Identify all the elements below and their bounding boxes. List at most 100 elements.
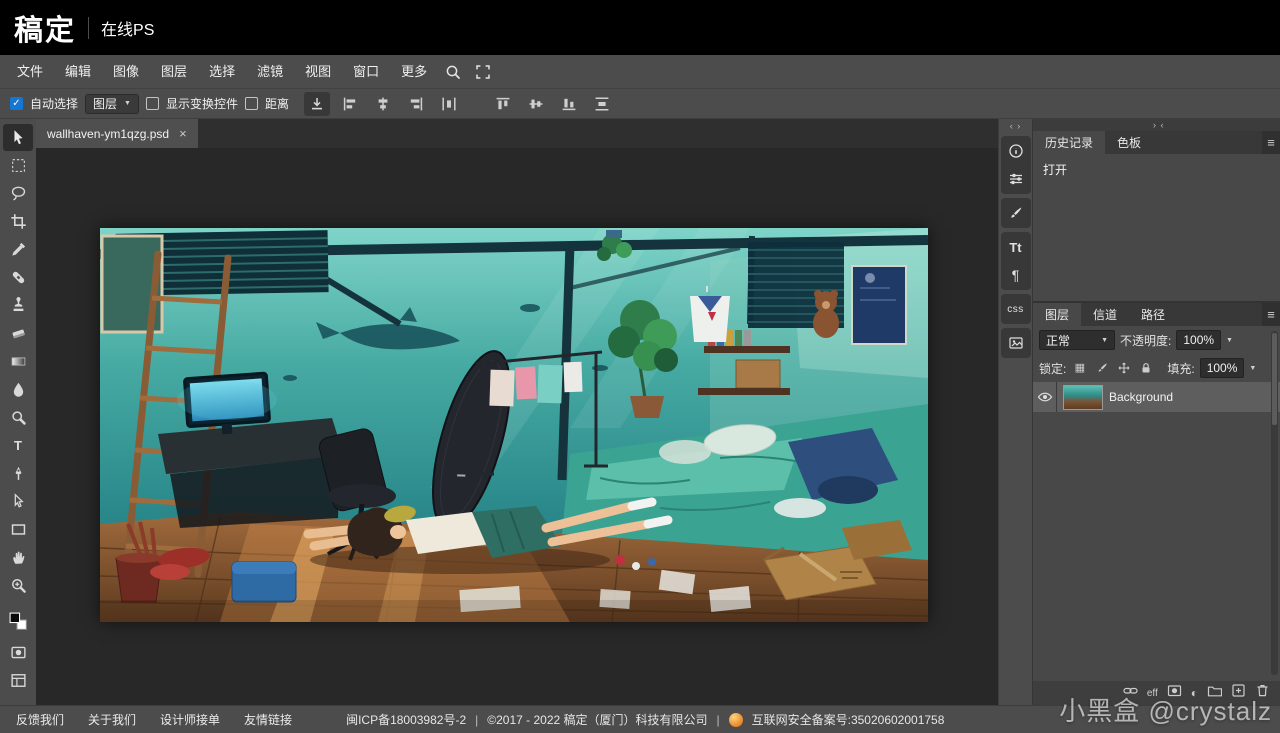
layer-visibility-toggle[interactable] (1033, 382, 1057, 412)
fill-value: 100% (1206, 361, 1238, 375)
footer-meta: 闽ICP备18003982号-2 | ©2017 - 2022 稿定（厦门）科技… (346, 711, 944, 728)
info-panel-button[interactable] (1003, 138, 1029, 164)
distance-checkbox[interactable] (244, 97, 258, 110)
dodge-tool-icon (11, 411, 26, 425)
search-button[interactable] (438, 59, 468, 85)
move-tool-button[interactable] (3, 124, 33, 151)
marquee-tool-button[interactable] (3, 152, 33, 179)
character-panel-button[interactable]: Tt (1003, 234, 1029, 260)
align-right-button[interactable] (403, 92, 429, 116)
blur-tool-button[interactable] (3, 376, 33, 403)
shape-tool-button[interactable] (3, 516, 33, 543)
footer-link-friends[interactable]: 友情链接 (244, 711, 292, 728)
zoom-tool-button[interactable] (3, 572, 33, 599)
menu-more[interactable]: 更多 (390, 55, 438, 89)
healing-tool-icon (12, 271, 24, 284)
right-panels: › ‹ 历史记录 色板 ≡ 打开 图层 信道 路径 ≡ 正常 ▼ 不透明度: 1… (1032, 119, 1280, 705)
snap-download-button[interactable] (304, 91, 330, 116)
crop-tool-button[interactable] (3, 208, 33, 235)
show-transform-checkbox[interactable] (145, 97, 159, 110)
tab-channels[interactable]: 信道 (1081, 303, 1129, 326)
clone-stamp-tool-button[interactable] (3, 292, 33, 319)
menu-filter[interactable]: 滤镜 (246, 55, 294, 89)
paragraph-panel-button[interactable]: ¶ (1003, 262, 1029, 288)
rail-group-info (1000, 136, 1031, 194)
tab-paths[interactable]: 路径 (1129, 303, 1177, 326)
fill-field[interactable]: 100% (1199, 358, 1245, 378)
menu-select[interactable]: 选择 (198, 55, 246, 89)
show-transform-label: 显示变换控件 (165, 97, 238, 111)
menu-file[interactable]: 文件 (6, 55, 54, 89)
lock-transparency-button[interactable]: ▦ (1071, 360, 1088, 377)
distribute-v-button[interactable] (589, 92, 615, 116)
history-panel-menu-button[interactable]: ≡ (1262, 131, 1280, 154)
path-select-tool-button[interactable] (3, 488, 33, 515)
text-tool-button[interactable]: T (3, 432, 33, 459)
lock-all-button[interactable] (1137, 360, 1154, 377)
layer-name: Background (1109, 390, 1174, 404)
align-middle-v-button[interactable] (523, 92, 549, 116)
healing-tool-button[interactable] (3, 264, 33, 291)
panel-scrollbar-thumb[interactable] (1272, 333, 1277, 425)
footer-link-designer[interactable]: 设计师接单 (160, 711, 220, 728)
quick-mask-button[interactable] (3, 639, 33, 666)
blend-mode-select[interactable]: 正常 ▼ (1039, 330, 1115, 350)
brush-panel-button[interactable] (1003, 200, 1029, 226)
close-icon[interactable]: × (179, 127, 187, 140)
arrow-down-to-line-icon (312, 97, 322, 109)
lasso-tool-button[interactable] (3, 180, 33, 207)
align-top-button[interactable] (490, 92, 516, 116)
zoom-tool-icon (11, 579, 26, 593)
opacity-field[interactable]: 100% (1176, 330, 1222, 350)
eraser-tool-button[interactable] (3, 320, 33, 347)
distribute-h-button[interactable] (436, 92, 462, 116)
image-panel-button[interactable] (1003, 330, 1029, 356)
lock-pixels-button[interactable] (1093, 360, 1110, 377)
screen-mode-button[interactable] (3, 667, 33, 694)
fullscreen-button[interactable] (468, 59, 498, 85)
footer-link-about[interactable]: 关于我们 (88, 711, 136, 728)
auto-select-checkbox[interactable]: ✓ (10, 97, 23, 110)
menu-edit[interactable]: 编辑 (54, 55, 102, 89)
rail-collapse-button[interactable]: ‹ › (1010, 121, 1022, 132)
select-target-dropdown[interactable]: 图层 ▼ (85, 93, 139, 114)
text-tool-icon: T (14, 438, 22, 453)
dodge-tool-button[interactable] (3, 404, 33, 431)
eyedropper-tool-button[interactable] (3, 236, 33, 263)
menu-view[interactable]: 视图 (294, 55, 342, 89)
align-center-h-button[interactable] (370, 92, 396, 116)
menu-image[interactable]: 图像 (102, 55, 150, 89)
layers-panel-menu-button[interactable]: ≡ (1262, 303, 1280, 326)
tab-swatches[interactable]: 色板 (1105, 131, 1153, 154)
tab-history[interactable]: 历史记录 (1033, 131, 1106, 154)
align-left-button[interactable] (337, 92, 363, 116)
fill-dropdown-icon[interactable]: ▼ (1249, 365, 1256, 372)
artwork-document[interactable] (100, 228, 928, 622)
lock-position-button[interactable] (1115, 360, 1132, 377)
adjustments-panel-button[interactable] (1003, 166, 1029, 192)
document-tab[interactable]: wallhaven-ym1qzg.psd × (36, 119, 198, 148)
canvas-area[interactable] (36, 148, 998, 705)
panels-collapse-button[interactable]: › ‹ (1033, 119, 1280, 131)
align-center-h-icon (378, 97, 388, 110)
tab-layers[interactable]: 图层 (1033, 303, 1082, 326)
menu-icon: ≡ (1267, 135, 1275, 150)
css-panel-button[interactable]: css (1003, 296, 1029, 322)
color-swatches[interactable] (3, 604, 33, 638)
blend-mode-value: 正常 (1046, 333, 1071, 348)
history-panel-body: 打开 (1033, 154, 1280, 301)
opacity-dropdown-icon[interactable]: ▼ (1226, 337, 1233, 344)
layer-row-background[interactable]: Background (1033, 382, 1280, 412)
panel-scrollbar[interactable] (1271, 331, 1278, 675)
footer-link-feedback[interactable]: 反馈我们 (16, 711, 64, 728)
menu-window[interactable]: 窗口 (342, 55, 390, 89)
history-entry-open[interactable]: 打开 (1033, 154, 1280, 182)
align-bottom-button[interactable] (556, 92, 582, 116)
menu-layer[interactable]: 图层 (150, 55, 198, 89)
layer-thumbnail[interactable] (1063, 384, 1103, 410)
gradient-tool-button[interactable] (3, 348, 33, 375)
character-icon: Tt (1009, 239, 1022, 255)
pen-tool-button[interactable] (3, 460, 33, 487)
hand-tool-button[interactable] (3, 544, 33, 571)
distribute-v-icon (595, 96, 609, 111)
